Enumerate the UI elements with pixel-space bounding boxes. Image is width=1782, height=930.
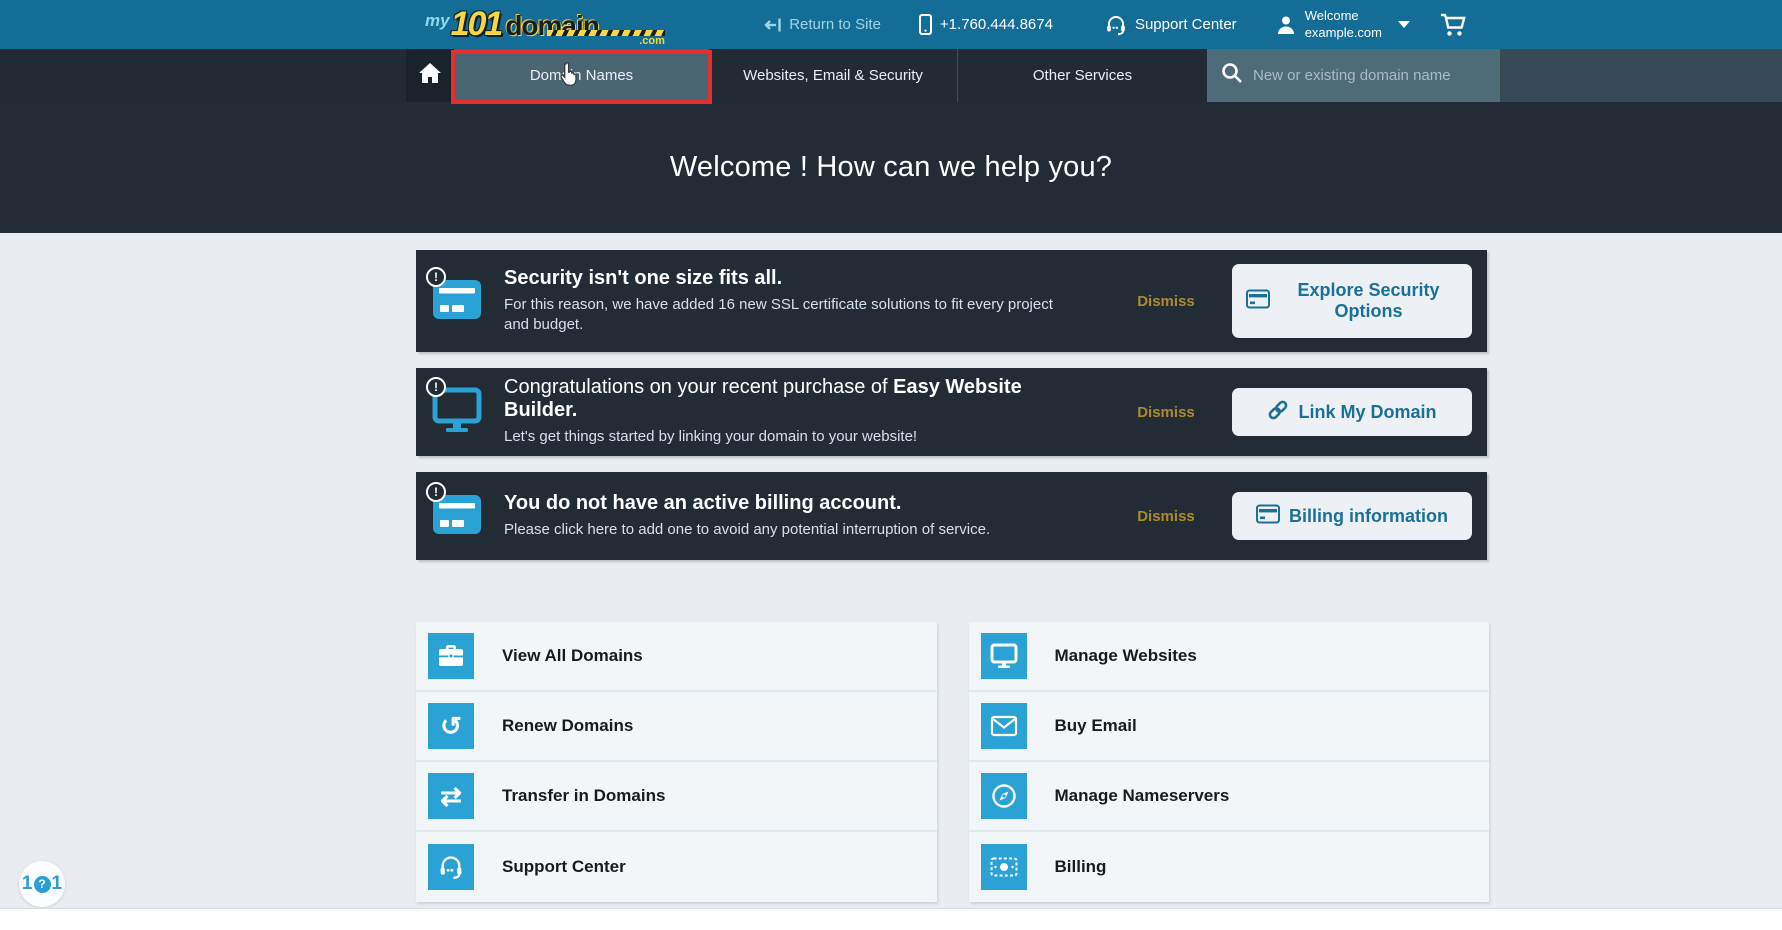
tab-domain-names-label: Domain Names xyxy=(530,67,633,84)
buy-email-link[interactable]: Buy Email xyxy=(969,692,1490,762)
quick-link-label: Manage Nameservers xyxy=(1055,786,1230,806)
manage-websites-link[interactable]: Manage Websites xyxy=(969,622,1490,692)
home-tab[interactable] xyxy=(406,49,454,102)
monitor-icon xyxy=(432,420,482,437)
search-icon xyxy=(1221,62,1243,89)
page: my 101 domain .com Return to Site +1.760… xyxy=(0,0,1782,930)
topbar-items: Return to Site +1.760.444.8674 Support C… xyxy=(764,8,1466,41)
banner-subtext: For this reason, we have added 16 new SS… xyxy=(504,295,1064,336)
hero-section: Welcome ! How can we help you? xyxy=(0,102,1782,233)
quick-link-label: Renew Domains xyxy=(502,716,633,736)
manage-nameservers-link[interactable]: Manage Nameservers xyxy=(969,762,1490,832)
logo-101: 101 xyxy=(451,7,502,41)
tab-domain-names[interactable]: Domain Names xyxy=(454,49,709,102)
quick-link-label: Billing xyxy=(1055,857,1107,877)
account-menu[interactable]: Welcome example.com xyxy=(1275,8,1410,41)
alert-badge-icon: ! xyxy=(426,482,446,502)
logo[interactable]: my 101 domain .com xyxy=(425,7,665,43)
banner-title: Security isn't one size fits all. xyxy=(504,267,1092,290)
credit-card-icon xyxy=(1256,504,1280,529)
domain-search-box xyxy=(1207,49,1500,102)
headset-icon xyxy=(428,844,474,890)
quick-link-label: Manage Websites xyxy=(1055,646,1197,666)
quick-link-label: Buy Email xyxy=(1055,716,1137,736)
banner-billing: ! You do not have an active billing acco… xyxy=(416,472,1487,560)
alert-badge-icon: ! xyxy=(426,377,446,397)
tab-other-services-label: Other Services xyxy=(1033,67,1132,84)
banner-subtext: Let's get things started by linking your… xyxy=(504,427,1092,447)
nameserver-compass-icon xyxy=(981,773,1027,819)
question-mark-icon: ? xyxy=(34,876,51,893)
link-my-domain-button[interactable]: Link My Domain xyxy=(1232,388,1472,436)
headset-icon xyxy=(1105,14,1127,36)
dismiss-link[interactable]: Dismiss xyxy=(1122,404,1210,421)
transfer-icon: ⇄ xyxy=(428,773,474,819)
account-name: example.com xyxy=(1305,25,1382,41)
email-icon xyxy=(981,703,1027,749)
credit-card-icon xyxy=(1246,289,1270,314)
help-chat-widget[interactable]: 1 ? 1 xyxy=(19,861,65,907)
cart-icon xyxy=(1440,13,1466,37)
domain-search-input[interactable] xyxy=(1253,67,1483,84)
explore-security-options-button[interactable]: Explore Security Options xyxy=(1232,264,1472,338)
top-bar: my 101 domain .com Return to Site +1.760… xyxy=(0,0,1782,49)
monitor-icon xyxy=(981,633,1027,679)
logo-tld: .com xyxy=(639,36,665,47)
nav-filler xyxy=(1500,49,1782,102)
support-center-label: Support Center xyxy=(1135,16,1237,33)
return-arrow-icon xyxy=(764,17,781,33)
phone-number[interactable]: +1.760.444.8674 xyxy=(919,14,1053,35)
phone-icon xyxy=(919,14,932,35)
support-center-link[interactable]: Support Center xyxy=(416,832,937,902)
quick-links-left-column: View All Domains ↺ Renew Domains ⇄ Trans… xyxy=(416,622,937,902)
banner-subtext: Please click here to add one to avoid an… xyxy=(504,520,1092,540)
main-nav: Domain Names Websites, Email & Security … xyxy=(0,49,1782,102)
banner-security: ! Security isn't one size fits all. For … xyxy=(416,250,1487,352)
chevron-down-icon xyxy=(1398,21,1410,28)
quick-link-label: Support Center xyxy=(502,857,626,877)
renew-domains-link[interactable]: ↺ Renew Domains xyxy=(416,692,937,762)
link-icon xyxy=(1267,399,1289,426)
support-center-link[interactable]: Support Center xyxy=(1105,14,1237,36)
tab-websites-label: Websites, Email & Security xyxy=(743,67,923,84)
quick-links-right-column: Manage Websites Buy Email Manage Nameser… xyxy=(969,622,1490,902)
briefcase-icon xyxy=(428,633,474,679)
money-icon xyxy=(981,844,1027,890)
notification-banners: ! Security isn't one size fits all. For … xyxy=(416,250,1487,576)
phone-number-label: +1.760.444.8674 xyxy=(940,16,1053,33)
return-to-site-label: Return to Site xyxy=(789,16,881,33)
banner-title: You do not have an active billing accoun… xyxy=(504,492,1092,515)
tab-other-services[interactable]: Other Services xyxy=(958,49,1207,102)
view-all-domains-link[interactable]: View All Domains xyxy=(416,622,937,692)
return-to-site-link[interactable]: Return to Site xyxy=(764,16,881,33)
cart-button[interactable] xyxy=(1440,13,1466,37)
user-icon xyxy=(1275,14,1297,36)
transfer-in-domains-link[interactable]: ⇄ Transfer in Domains xyxy=(416,762,937,832)
billing-link[interactable]: Billing xyxy=(969,832,1490,902)
quick-link-label: Transfer in Domains xyxy=(502,786,665,806)
banner-website-builder: ! Congratulations on your recent purchas… xyxy=(416,368,1487,456)
home-icon xyxy=(418,62,442,89)
alert-badge-icon: ! xyxy=(426,267,446,287)
credit-card-icon xyxy=(432,523,482,540)
dismiss-link[interactable]: Dismiss xyxy=(1122,293,1210,310)
quick-links: View All Domains ↺ Renew Domains ⇄ Trans… xyxy=(416,622,1489,902)
banner-title: Congratulations on your recent purchase … xyxy=(504,376,1092,422)
credit-card-icon xyxy=(432,308,482,325)
logo-my: my xyxy=(425,12,450,29)
renew-icon: ↺ xyxy=(428,703,474,749)
dismiss-link[interactable]: Dismiss xyxy=(1122,508,1210,525)
page-title: Welcome ! How can we help you? xyxy=(670,151,1112,184)
quick-link-label: View All Domains xyxy=(502,646,643,666)
tab-websites-email-security[interactable]: Websites, Email & Security xyxy=(709,49,958,102)
welcome-label: Welcome xyxy=(1305,8,1382,24)
footer-strip xyxy=(0,908,1782,930)
billing-information-button[interactable]: Billing information xyxy=(1232,492,1472,540)
